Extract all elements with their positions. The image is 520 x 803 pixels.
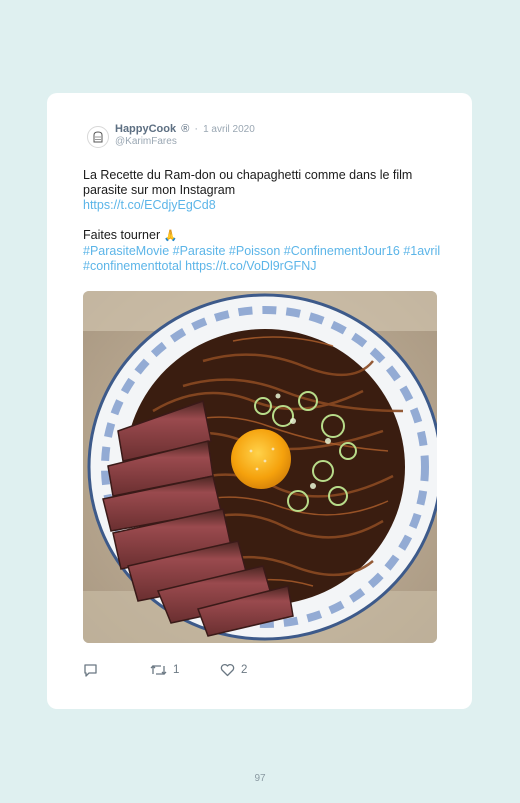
author-line: HappyCook ® · 1 avril 2020 — [115, 123, 255, 136]
tweet-line-2: Faites tourner — [83, 228, 161, 242]
separator: · — [194, 123, 199, 135]
ramdon-bowl-image — [83, 291, 437, 643]
retweet-count: 1 — [173, 664, 180, 676]
avatar[interactable] — [87, 126, 109, 148]
user-handle[interactable]: @KarimFares — [115, 136, 177, 147]
registered-badge: ® — [181, 123, 190, 135]
heart-icon — [220, 663, 235, 677]
tweet-link-1[interactable]: https://t.co/ECdjyEgCd8 — [83, 198, 216, 212]
pray-emoji: 🙏 — [163, 230, 178, 242]
like-action[interactable]: 2 — [220, 663, 247, 677]
reply-icon — [84, 664, 97, 677]
retweet-action[interactable]: 1 — [150, 663, 179, 677]
reply-action[interactable] — [83, 663, 104, 677]
tweet-photo[interactable] — [83, 291, 437, 643]
retweet-icon — [150, 665, 167, 675]
happycook-logo-icon — [93, 131, 103, 143]
display-name[interactable]: HappyCook — [115, 123, 176, 135]
tweet-link-2[interactable]: https://t.co/VoDl9rGFNJ — [185, 259, 316, 273]
tweet-line-1: La Recette du Ram-don ou chapaghetti com… — [83, 168, 413, 197]
tweet-actions: 1 2 — [83, 663, 443, 679]
tweet-text: La Recette du Ram-don ou chapaghetti com… — [83, 168, 443, 274]
tweet-card: HappyCook ® · 1 avril 2020 @KarimFares L… — [47, 93, 472, 709]
page-number: 97 — [254, 773, 266, 784]
tweet-date[interactable]: 1 avril 2020 — [203, 124, 255, 135]
like-count: 2 — [241, 664, 248, 676]
